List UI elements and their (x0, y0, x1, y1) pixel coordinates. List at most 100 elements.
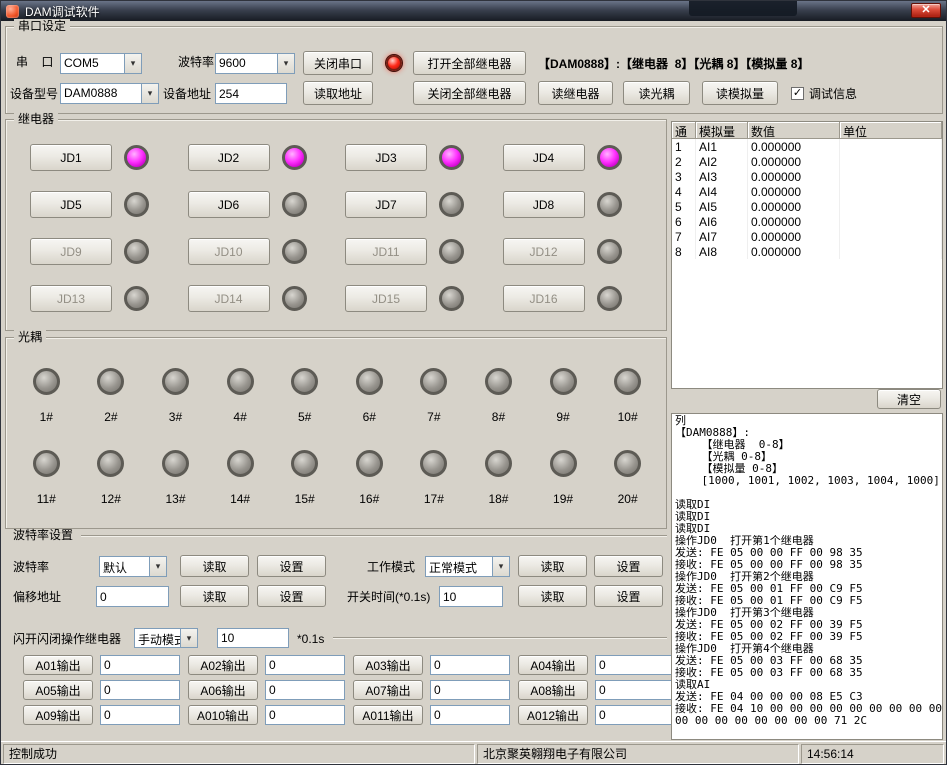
table-row[interactable]: 8AI80.000000 (672, 244, 942, 259)
log-line: 接收: FE 05 00 02 FF 00 39 F5 (675, 631, 942, 643)
baud-select[interactable]: 9600 (215, 53, 295, 74)
output-cell: A03输出 (353, 655, 518, 680)
log-line: 操作JD0 打开第3个继电器 (675, 607, 942, 619)
close-serial-button[interactable]: 关闭串口 (303, 51, 373, 75)
checkbox-check-icon: ✓ (791, 87, 804, 100)
output-input-11[interactable] (430, 705, 510, 725)
flash-time-unit: *0.1s (297, 632, 324, 646)
table-row[interactable]: 7AI70.000000 (672, 229, 942, 244)
output-button-8[interactable]: A08输出 (518, 680, 588, 700)
table-row[interactable]: 2AI20.000000 (672, 154, 942, 169)
baud-set-button[interactable]: 设置 (257, 555, 326, 577)
output-button-10[interactable]: A010输出 (188, 705, 258, 725)
table-cell: 0.000000 (748, 184, 840, 199)
work-mode-read-button[interactable]: 读取 (518, 555, 587, 577)
opto-cell: 20# (595, 450, 660, 516)
table-cell: 0.000000 (748, 229, 840, 244)
switch-time-set-button[interactable]: 设置 (594, 585, 663, 607)
output-button-6[interactable]: A06输出 (188, 680, 258, 700)
chevron-down-icon[interactable] (141, 84, 158, 103)
output-button-3[interactable]: A03输出 (353, 655, 423, 675)
analog-table[interactable]: 通模拟量数值单位 1AI10.0000002AI20.0000003AI30.0… (671, 121, 943, 389)
flash-mode-select[interactable]: 手动模式 (134, 628, 198, 648)
chevron-down-icon[interactable] (124, 54, 141, 73)
opto-cell: 6# (337, 368, 402, 434)
output-input-1[interactable] (100, 655, 180, 675)
chevron-down-icon[interactable] (277, 54, 294, 73)
output-input-7[interactable] (430, 680, 510, 700)
relay-button-jd3[interactable]: JD3 (345, 144, 427, 171)
read-opto-button[interactable]: 读光耦 (623, 81, 690, 105)
port-select-value: COM5 (61, 54, 124, 73)
relay-cell: JD15 (339, 275, 497, 322)
output-input-10[interactable] (265, 705, 345, 725)
read-analog-button[interactable]: 读模拟量 (702, 81, 778, 105)
output-button-2[interactable]: A02输出 (188, 655, 258, 675)
relay-button-jd1[interactable]: JD1 (30, 144, 112, 171)
switch-time-read-button[interactable]: 读取 (518, 585, 587, 607)
clear-button[interactable]: 清空 (877, 389, 941, 409)
baud-read-button[interactable]: 读取 (180, 555, 249, 577)
debug-info-checkbox[interactable]: ✓ 调试信息 (791, 85, 857, 102)
output-input-5[interactable] (100, 680, 180, 700)
model-select[interactable]: DAM0888 (60, 83, 159, 104)
opto-label: 10# (618, 410, 638, 424)
relay-button-jd4[interactable]: JD4 (503, 144, 585, 171)
output-input-3[interactable] (430, 655, 510, 675)
output-input-12[interactable] (595, 705, 675, 725)
offset-set-button[interactable]: 设置 (257, 585, 326, 607)
output-button-11[interactable]: A011输出 (353, 705, 423, 725)
output-button-9[interactable]: A09输出 (23, 705, 93, 725)
opto-cell: 10# (595, 368, 660, 434)
relay-button-jd5[interactable]: JD5 (30, 191, 112, 218)
output-input-4[interactable] (595, 655, 675, 675)
work-mode-select[interactable]: 正常模式 (425, 556, 510, 577)
relay-button-jd2[interactable]: JD2 (188, 144, 270, 171)
relay-button-jd8[interactable]: JD8 (503, 191, 585, 218)
table-cell: 0.000000 (748, 154, 840, 169)
close-all-relays-button[interactable]: 关闭全部继电器 (413, 81, 526, 105)
offset-address-input[interactable] (96, 586, 169, 607)
output-input-8[interactable] (595, 680, 675, 700)
offset-read-button[interactable]: 读取 (180, 585, 249, 607)
relay-group: 继电器 JD1JD2JD3JD4JD5JD6JD7JD8JD9JD10JD11J… (5, 119, 667, 331)
table-cell (840, 229, 942, 244)
work-mode-set-button[interactable]: 设置 (594, 555, 663, 577)
port-select[interactable]: COM5 (60, 53, 142, 74)
output-input-9[interactable] (100, 705, 180, 725)
titlebar[interactable]: DAM调试软件 (1, 1, 946, 21)
serial-settings-group: 串口设定 串 口 COM5 波特率 9600 关闭串口 打开全部继电器 【DAM… (5, 26, 943, 114)
table-row[interactable]: 5AI50.000000 (672, 199, 942, 214)
opto-indicator-10 (614, 368, 641, 395)
output-button-1[interactable]: A01输出 (23, 655, 93, 675)
switch-time-input[interactable] (439, 586, 503, 607)
log-area[interactable]: 列【DAM0888】: 【继电器 0-8】 【光耦 0-8】 【模拟量 0-8】… (671, 413, 943, 740)
chevron-down-icon[interactable] (149, 557, 166, 576)
relay-button-jd6[interactable]: JD6 (188, 191, 270, 218)
output-input-6[interactable] (265, 680, 345, 700)
table-row[interactable]: 4AI40.000000 (672, 184, 942, 199)
flash-time-input[interactable] (217, 628, 289, 648)
background-window-fragment (689, 1, 797, 16)
output-button-5[interactable]: A05输出 (23, 680, 93, 700)
device-address-input[interactable] (215, 83, 287, 104)
close-button[interactable]: ✕ (911, 3, 941, 18)
output-button-4[interactable]: A04输出 (518, 655, 588, 675)
relay-group-title: 继电器 (14, 112, 58, 126)
table-row[interactable]: 6AI60.000000 (672, 214, 942, 229)
relay-button-jd7[interactable]: JD7 (345, 191, 427, 218)
output-input-2[interactable] (265, 655, 345, 675)
read-address-button[interactable]: 读取地址 (303, 81, 373, 105)
opto-indicator-3 (162, 368, 189, 395)
open-all-relays-button[interactable]: 打开全部继电器 (413, 51, 526, 75)
chevron-down-icon[interactable] (180, 629, 197, 647)
chevron-down-icon[interactable] (492, 557, 509, 576)
table-header-cell: 单位 (840, 122, 942, 139)
table-row[interactable]: 3AI30.000000 (672, 169, 942, 184)
table-row[interactable]: 1AI10.000000 (672, 139, 942, 154)
opto-label: 20# (618, 492, 638, 506)
output-button-12[interactable]: A012输出 (518, 705, 588, 725)
output-button-7[interactable]: A07输出 (353, 680, 423, 700)
read-relay-button[interactable]: 读继电器 (538, 81, 613, 105)
baud-setting-select[interactable]: 默认 (99, 556, 167, 577)
